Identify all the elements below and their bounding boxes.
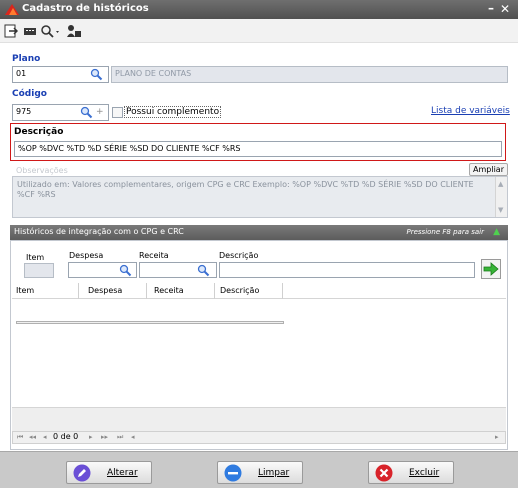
- grid-footer: [12, 407, 506, 431]
- keyboard-icon[interactable]: [23, 23, 37, 39]
- form-content: Plano 01 PLANO DE CONTAS Código 975 + Po…: [6, 43, 512, 451]
- record-position: 0 de 0: [53, 432, 79, 441]
- next-record-button[interactable]: ▸: [89, 433, 93, 441]
- next-page-button[interactable]: ▸▸: [101, 433, 108, 441]
- footer-bar: Alterar Limpar Excluir: [0, 451, 518, 488]
- plano-search-icon[interactable]: [90, 68, 103, 81]
- descricao-field[interactable]: %OP %DVC %TD %D SÉRIE %SD DO CLIENTE %CF…: [14, 141, 502, 157]
- observacoes-label: Observações: [16, 166, 68, 175]
- integracao-hint: Pressione F8 para sair: [406, 228, 485, 236]
- last-record-button[interactable]: ⏭: [117, 433, 123, 442]
- minimize-button[interactable]: –: [488, 1, 494, 15]
- scroll-down-icon[interactable]: ▼: [498, 205, 503, 215]
- receita-search-icon[interactable]: [197, 264, 210, 277]
- col-receita[interactable]: Receita: [154, 286, 184, 295]
- arrow-right-icon: [483, 262, 499, 276]
- add-item-button[interactable]: [481, 259, 501, 279]
- codigo-label: Código: [12, 89, 47, 99]
- scroll-up-icon[interactable]: ▲: [498, 179, 503, 189]
- codigo-search-icon[interactable]: [80, 106, 93, 119]
- col-item[interactable]: Item: [16, 286, 34, 295]
- toolbar: [0, 19, 518, 43]
- title-bar: Cadastro de históricos – ✕: [0, 0, 518, 19]
- codigo-field[interactable]: 975: [12, 104, 109, 121]
- item-field: [24, 263, 54, 278]
- col-descricao[interactable]: Descrição: [220, 286, 259, 295]
- observacoes-text: Utilizado em: Valores complementares, or…: [17, 180, 474, 199]
- integracao-header: Históricos de integração com o CPG e CRC…: [10, 225, 508, 240]
- despesa-label: Despesa: [69, 251, 104, 260]
- limpar-label: Limpar: [258, 468, 290, 478]
- window-title: Cadastro de históricos: [22, 3, 149, 14]
- prev-record-button[interactable]: ◂: [43, 433, 47, 441]
- first-record-button[interactable]: ⏮: [17, 433, 23, 442]
- possui-complemento-label: Possui complemento: [124, 106, 222, 118]
- record-navigator: ⏮ ◂◂ ◂ 0 de 0 ▸ ▸▸ ⏭ ◂ ▸: [12, 431, 506, 444]
- arrow-up-icon[interactable]: ▲: [493, 227, 500, 237]
- edit-icon: [73, 464, 91, 482]
- excluir-button[interactable]: Excluir: [368, 461, 454, 484]
- grid-body[interactable]: [12, 299, 506, 407]
- descricao-item-label: Descrição: [219, 251, 259, 260]
- plano-label: Plano: [12, 54, 41, 64]
- alterar-button[interactable]: Alterar: [66, 461, 152, 484]
- col-despesa[interactable]: Despesa: [88, 286, 122, 295]
- app-logo-icon: [5, 4, 19, 15]
- users-icon[interactable]: [66, 23, 82, 39]
- observacoes-scrollbar[interactable]: ▲ ▼: [495, 177, 507, 217]
- prev-page-button[interactable]: ◂◂: [29, 433, 36, 441]
- scroll-left-button[interactable]: ◂: [131, 433, 135, 441]
- close-button[interactable]: ✕: [500, 2, 510, 16]
- descricao-section: Descrição %OP %DVC %TD %D SÉRIE %SD DO C…: [10, 123, 506, 161]
- possui-complemento-checkbox[interactable]: [112, 107, 123, 118]
- descricao-item-field[interactable]: [219, 262, 475, 278]
- grid-header: Item Despesa Receita Descrição: [12, 283, 506, 299]
- exit-icon[interactable]: [4, 23, 18, 39]
- plano-name-field: PLANO DE CONTAS: [111, 66, 508, 83]
- lista-variaveis-link[interactable]: Lista de variáveis: [431, 106, 510, 116]
- delete-icon: [375, 464, 393, 482]
- clear-icon: [224, 464, 242, 482]
- search-icon[interactable]: [40, 23, 62, 39]
- integracao-title: Históricos de integração com o CPG e CRC: [14, 227, 184, 236]
- excluir-label: Excluir: [409, 468, 440, 478]
- descricao-label: Descrição: [14, 127, 64, 137]
- limpar-button[interactable]: Limpar: [217, 461, 303, 484]
- grid-empty-row: [16, 321, 284, 324]
- scroll-right-button[interactable]: ▸: [495, 433, 499, 441]
- alterar-label: Alterar: [107, 468, 138, 478]
- codigo-add-button[interactable]: +: [96, 107, 104, 117]
- despesa-search-icon[interactable]: [119, 264, 132, 277]
- observacoes-textarea: Utilizado em: Valores complementares, or…: [12, 176, 508, 218]
- item-label: Item: [26, 253, 45, 262]
- ampliar-button[interactable]: Ampliar: [469, 163, 508, 176]
- receita-label: Receita: [139, 251, 169, 260]
